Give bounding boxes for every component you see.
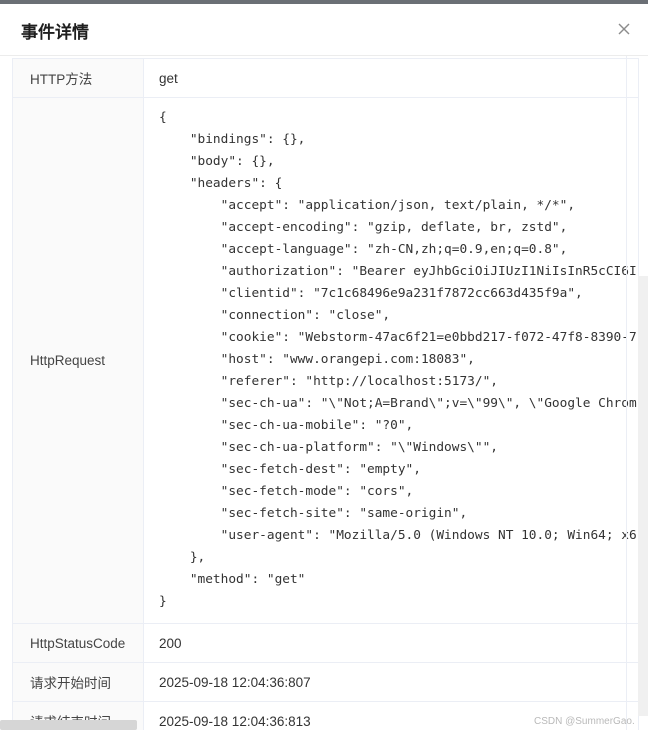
table-row: HTTP方法 get [12, 58, 639, 98]
close-icon [618, 23, 630, 35]
dialog-header: 事件详情 [0, 4, 648, 56]
table-row: HttpRequest { "bindings": {}, "body": {}… [12, 97, 639, 624]
http-request-json: { "bindings": {}, "body": {}, "headers":… [159, 110, 638, 609]
row-value-http-method: get [143, 58, 639, 98]
row-value-http-request: { "bindings": {}, "body": {}, "headers":… [143, 97, 639, 624]
row-label-http-method: HTTP方法 [12, 58, 144, 98]
detail-table: HTTP方法 get HttpRequest { "bindings": {},… [12, 58, 639, 730]
row-label-request-start-time: 请求开始时间 [12, 662, 144, 702]
row-label-http-request: HttpRequest [12, 97, 144, 624]
table-row: HttpStatusCode 200 [12, 623, 639, 663]
row-value-request-start-time: 2025-09-18 12:04:36:807 [143, 662, 639, 702]
vertical-scrollbar-thumb[interactable] [638, 276, 648, 716]
event-detail-dialog: 事件详情 HTTP方法 get HttpRequest {"bindings"… [0, 4, 648, 730]
close-button[interactable] [612, 17, 636, 41]
horizontal-scrollbar[interactable] [0, 720, 137, 730]
row-value-http-status-code: 200 [143, 623, 639, 663]
table-row: 请求开始时间 2025-09-18 12:04:36:807 [12, 662, 639, 702]
dialog-title: 事件详情 [21, 23, 89, 42]
dialog-body[interactable]: HTTP方法 get HttpRequest { "bindings": {},… [0, 56, 648, 730]
watermark-text: CSDN @SummerGao. [534, 716, 635, 727]
row-label-http-status-code: HttpStatusCode [12, 623, 144, 663]
